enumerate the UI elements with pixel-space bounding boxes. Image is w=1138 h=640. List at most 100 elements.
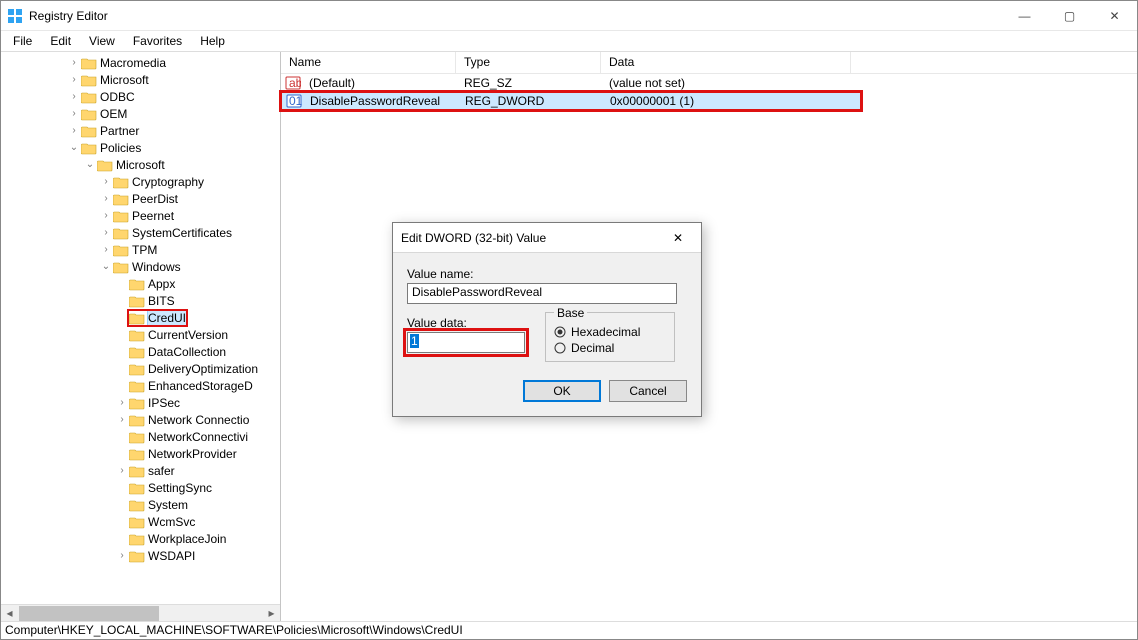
tree-item-odbc[interactable]: ›ODBC — [3, 88, 280, 105]
col-name[interactable]: Name — [281, 52, 456, 73]
expand-icon[interactable]: › — [99, 244, 113, 255]
tree-item-label: System — [148, 498, 188, 512]
value-data-text: 1 — [410, 334, 419, 348]
scroll-thumb[interactable] — [19, 606, 159, 621]
tree-item-safer[interactable]: ›safer — [3, 462, 280, 479]
tree-item-macromedia[interactable]: ›Macromedia — [3, 54, 280, 71]
expand-icon[interactable]: › — [67, 74, 81, 85]
tree-item-oem[interactable]: ›OEM — [3, 105, 280, 122]
tree-item-settingsync[interactable]: SettingSync — [3, 479, 280, 496]
tree-item-network-connectio[interactable]: › Network Connectio — [3, 411, 280, 428]
tree-item-policies[interactable]: ⌄ Policies — [3, 139, 280, 156]
expand-icon[interactable]: › — [67, 108, 81, 119]
tree-item-ipsec[interactable]: ›IPSec — [3, 394, 280, 411]
tree-item-deliveryoptimization[interactable]: DeliveryOptimization — [3, 360, 280, 377]
expand-icon[interactable]: › — [67, 57, 81, 68]
tree-item-networkprovider[interactable]: NetworkProvider — [3, 445, 280, 462]
tree-item-currentversion[interactable]: CurrentVersion — [3, 326, 280, 343]
tree-item-cryptography[interactable]: ›Cryptography — [3, 173, 280, 190]
tree-item-workplacejoin[interactable]: WorkplaceJoin — [3, 530, 280, 547]
string-value-icon: ab — [285, 75, 301, 91]
value-data-field[interactable]: 1 — [407, 332, 525, 353]
tree-item-tpm[interactable]: › TPM — [3, 241, 280, 258]
expand-icon[interactable]: › — [115, 397, 129, 408]
radio-hexadecimal[interactable]: Hexadecimal — [554, 325, 666, 339]
menu-favorites[interactable]: Favorites — [125, 33, 190, 49]
tree-item-label: TPM — [132, 243, 157, 257]
folder-icon — [97, 158, 113, 172]
expand-icon[interactable]: › — [99, 210, 113, 221]
col-data[interactable]: Data — [601, 52, 851, 73]
edit-dword-dialog[interactable]: Edit DWORD (32-bit) Value ✕ Value name: … — [392, 222, 702, 417]
tree-item-microsoft[interactable]: ›Microsoft — [3, 71, 280, 88]
tree-item-appx[interactable]: Appx — [3, 275, 280, 292]
tree-item-peerdist[interactable]: ›PeerDist — [3, 190, 280, 207]
folder-icon — [129, 345, 145, 359]
titlebar[interactable]: Registry Editor — ▢ ✕ — [1, 1, 1137, 31]
tree-item-datacollection[interactable]: DataCollection — [3, 343, 280, 360]
tree-item-label: NetworkProvider — [148, 447, 237, 461]
folder-icon — [129, 311, 145, 325]
maximize-button[interactable]: ▢ — [1047, 1, 1092, 30]
statusbar: Computer\HKEY_LOCAL_MACHINE\SOFTWARE\Pol… — [1, 621, 1137, 639]
folder-icon — [129, 396, 145, 410]
tree-item-partner[interactable]: ›Partner — [3, 122, 280, 139]
list-row[interactable]: ab(Default)REG_SZ(value not set) — [281, 74, 861, 92]
expand-icon[interactable]: › — [67, 125, 81, 136]
svg-text:ab: ab — [289, 76, 301, 90]
radio-decimal[interactable]: Decimal — [554, 341, 666, 355]
tree-item-microsoft[interactable]: ⌄Microsoft — [3, 156, 280, 173]
tree-pane[interactable]: ›Macromedia›Microsoft›ODBC›OEM›Partner⌄P… — [1, 52, 281, 621]
tree-item-credui[interactable]: CredUI — [3, 309, 280, 326]
tree-item-system[interactable]: System — [3, 496, 280, 513]
tree-item-peernet[interactable]: ›Peernet — [3, 207, 280, 224]
value-name-field[interactable]: DisablePasswordReveal — [407, 283, 677, 304]
scroll-right-icon[interactable]: ▸ — [263, 605, 280, 622]
list-header[interactable]: Name Type Data — [281, 52, 1137, 74]
dialog-close-button[interactable]: ✕ — [663, 231, 693, 245]
tree-item-label: Network Connectio — [148, 413, 249, 427]
list-row[interactable]: 011DisablePasswordRevealREG_DWORD0x00000… — [281, 92, 861, 110]
tree-item-networkconnectivi[interactable]: NetworkConnectivi — [3, 428, 280, 445]
minimize-button[interactable]: — — [1002, 1, 1047, 30]
tree-item-wsdapi[interactable]: ›WSDAPI — [3, 547, 280, 564]
expand-icon[interactable]: › — [115, 550, 129, 561]
menu-help[interactable]: Help — [192, 33, 233, 49]
tree-item-label: Policies — [100, 141, 141, 155]
tree-item-enhancedstoraged[interactable]: EnhancedStorageD — [3, 377, 280, 394]
expand-icon[interactable]: ⌄ — [99, 261, 113, 272]
menubar: File Edit View Favorites Help — [1, 31, 1137, 51]
expand-icon[interactable]: ⌄ — [67, 142, 81, 153]
menu-edit[interactable]: Edit — [42, 33, 79, 49]
expand-icon[interactable]: › — [99, 193, 113, 204]
expand-icon[interactable]: › — [99, 227, 113, 238]
dialog-body: Value name: DisablePasswordReveal Value … — [393, 253, 701, 416]
registry-tree[interactable]: ›Macromedia›Microsoft›ODBC›OEM›Partner⌄P… — [1, 54, 280, 564]
cell-name: DisablePasswordReveal — [302, 94, 457, 108]
tree-item-label: DataCollection — [148, 345, 226, 359]
expand-icon[interactable]: › — [115, 465, 129, 476]
close-button[interactable]: ✕ — [1092, 1, 1137, 30]
tree-hscrollbar[interactable]: ◂ ▸ — [1, 604, 280, 621]
tree-item-label: DeliveryOptimization — [148, 362, 258, 376]
tree-item-wcmsvc[interactable]: WcmSvc — [3, 513, 280, 530]
tree-item-label: CredUI — [148, 311, 186, 325]
menu-file[interactable]: File — [5, 33, 40, 49]
cell-type: REG_SZ — [456, 76, 601, 90]
tree-item-windows[interactable]: ⌄Windows — [3, 258, 280, 275]
tree-item-systemcertificates[interactable]: ›SystemCertificates — [3, 224, 280, 241]
col-type[interactable]: Type — [456, 52, 601, 73]
ok-button[interactable]: OK — [523, 380, 601, 402]
tree-item-bits[interactable]: BITS — [3, 292, 280, 309]
expand-icon[interactable]: › — [115, 414, 129, 425]
expand-icon[interactable]: › — [67, 91, 81, 102]
expand-icon[interactable]: › — [99, 176, 113, 187]
cancel-button[interactable]: Cancel — [609, 380, 687, 402]
expand-icon[interactable]: ⌄ — [83, 159, 97, 170]
tree-item-label: WorkplaceJoin — [148, 532, 226, 546]
folder-icon — [81, 73, 97, 87]
dialog-titlebar[interactable]: Edit DWORD (32-bit) Value ✕ — [393, 223, 701, 253]
scroll-left-icon[interactable]: ◂ — [1, 605, 18, 622]
folder-icon — [113, 175, 129, 189]
menu-view[interactable]: View — [81, 33, 123, 49]
